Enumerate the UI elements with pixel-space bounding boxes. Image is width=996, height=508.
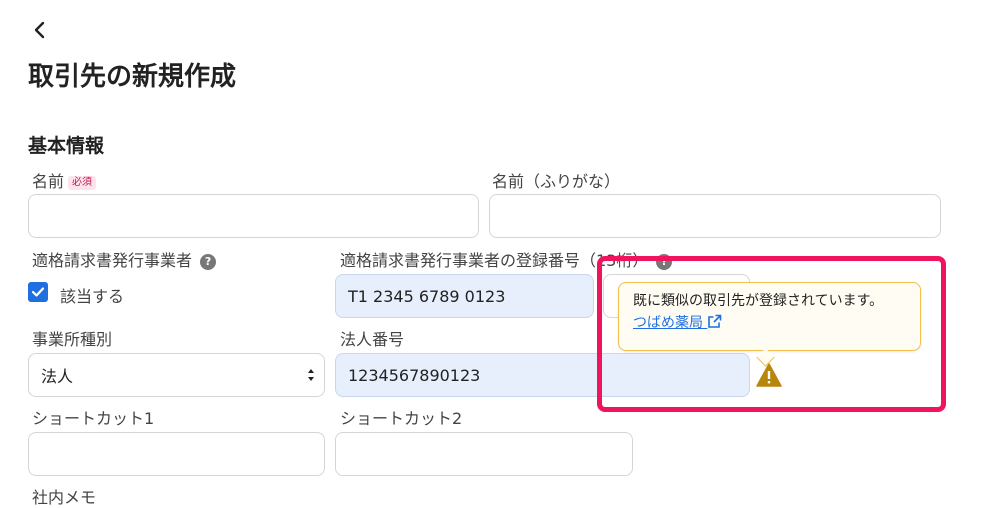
name-label: 名前 必須 xyxy=(32,172,97,192)
shortcut2-label: ショートカット2 xyxy=(340,409,463,428)
shortcut2-input[interactable] xyxy=(335,432,633,476)
checkmark-icon xyxy=(31,287,45,297)
name-input[interactable] xyxy=(28,194,479,238)
section-title: 基本情報 xyxy=(28,135,105,157)
registration-number-input[interactable]: T1 2345 6789 0123 xyxy=(335,274,594,318)
qualified-issuer-label: 適格請求書発行事業者? xyxy=(32,251,217,271)
qualified-issuer-checkbox[interactable] xyxy=(28,282,48,302)
qualified-issuer-label-text: 適格請求書発行事業者 xyxy=(32,251,193,270)
internal-memo-label: 社内メモ xyxy=(32,488,97,507)
business-type-label: 事業所種別 xyxy=(32,330,113,349)
required-badge: 必須 xyxy=(68,176,97,190)
shortcut1-label: ショートカット1 xyxy=(32,409,155,428)
corporate-number-label: 法人番号 xyxy=(340,330,405,349)
help-icon[interactable]: ? xyxy=(200,254,217,270)
shortcut1-input[interactable] xyxy=(28,432,325,476)
annotation-highlight-box xyxy=(597,256,946,412)
business-type-select[interactable]: 法人 xyxy=(28,353,325,397)
qualified-issuer-checkbox-label[interactable]: 該当する xyxy=(60,287,124,307)
business-type-selected: 法人 xyxy=(41,367,74,386)
name-kana-input[interactable] xyxy=(489,194,941,238)
name-kana-label: 名前（ふりがな） xyxy=(492,172,621,191)
page-title: 取引先の新規作成 xyxy=(28,62,237,92)
select-arrows-icon xyxy=(308,369,314,381)
back-button[interactable] xyxy=(30,18,50,42)
chevron-left-icon xyxy=(34,21,45,39)
name-label-text: 名前 xyxy=(32,172,65,191)
